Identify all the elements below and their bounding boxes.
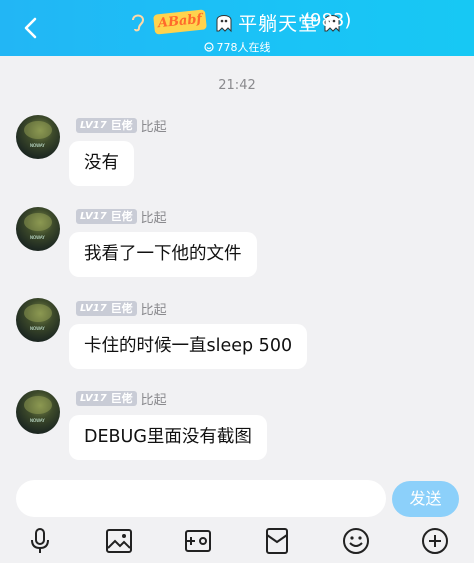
- level-badge: LV17 巨佬: [76, 117, 137, 133]
- title-row[interactable]: ABabf 平躺天堂: [0, 7, 474, 37]
- online-status: 778人在线: [0, 40, 474, 54]
- group-badge-logo: ABabf: [152, 9, 207, 35]
- level-text: LV17: [80, 392, 107, 404]
- online-icon: [203, 42, 214, 52]
- red-packet-icon[interactable]: [262, 526, 292, 556]
- image-icon[interactable]: [104, 526, 134, 556]
- member-count: (983): [303, 10, 352, 31]
- rank-text: 巨佬: [110, 118, 133, 132]
- ear-icon: [131, 14, 144, 32]
- avatar[interactable]: NOWAY: [16, 207, 60, 251]
- sender-name[interactable]: 比起: [141, 116, 167, 135]
- sender-meta: LV17 巨佬 比起: [76, 299, 167, 318]
- send-button[interactable]: 发送: [392, 481, 459, 517]
- plus-icon[interactable]: [420, 526, 450, 556]
- online-count: 778人在线: [216, 41, 271, 54]
- sender-meta: LV17 巨佬 比起: [76, 389, 167, 408]
- sender-name[interactable]: 比起: [141, 389, 167, 408]
- avatar[interactable]: NOWAY: [16, 390, 60, 434]
- message-bubble[interactable]: 没有: [69, 141, 134, 186]
- sender-meta: LV17 巨佬 比起: [76, 116, 167, 135]
- avatar[interactable]: NOWAY: [16, 115, 60, 159]
- level-badge: LV17 巨佬: [76, 390, 137, 406]
- level-text: LV17: [80, 210, 107, 222]
- avatar[interactable]: NOWAY: [16, 298, 60, 342]
- rank-text: 巨佬: [110, 301, 133, 315]
- emoji-icon[interactable]: [341, 526, 371, 556]
- composer-toolbar: [0, 526, 474, 556]
- ghost-icon: [216, 15, 232, 33]
- chat-header: ABabf 平躺天堂 (983) 778人在线: [0, 0, 474, 56]
- sender-name[interactable]: 比起: [141, 207, 167, 226]
- rank-text: 巨佬: [110, 209, 133, 223]
- message-bubble[interactable]: DEBUG里面没有截图: [69, 415, 267, 460]
- sender-name[interactable]: 比起: [141, 299, 167, 318]
- message-bubble[interactable]: 我看了一下他的文件: [69, 232, 257, 277]
- message-bubble[interactable]: 卡住的时候一直sleep 500: [69, 324, 308, 369]
- message-timestamp: 21:42: [218, 78, 256, 93]
- level-text: LV17: [80, 119, 107, 131]
- video-camera-icon[interactable]: [183, 526, 213, 556]
- level-badge: LV17 巨佬: [76, 300, 137, 316]
- rank-text: 巨佬: [110, 391, 133, 405]
- composer: 发送: [0, 470, 474, 563]
- message-input[interactable]: [16, 480, 386, 517]
- level-badge: LV17 巨佬: [76, 208, 137, 224]
- microphone-icon[interactable]: [25, 526, 55, 556]
- level-text: LV17: [80, 302, 107, 314]
- sender-meta: LV17 巨佬 比起: [76, 207, 167, 226]
